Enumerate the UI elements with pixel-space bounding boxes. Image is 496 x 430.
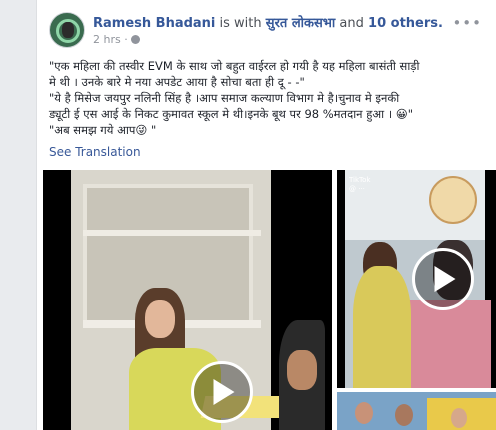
shelf	[83, 230, 261, 236]
woman-body	[353, 266, 411, 388]
person-face	[355, 402, 373, 424]
post-line: ड्यूटी ई एस आई के निकट कुमावत स्कूल मे थ…	[49, 107, 414, 121]
globe-icon[interactable]	[130, 35, 140, 44]
tiktok-watermark: TikTok @ ···	[349, 176, 370, 194]
video-right[interactable]: TikTok @ ···	[337, 170, 496, 388]
post-line: मे थी । उनके बारे मे नया अपडेट आया है सो…	[49, 75, 305, 89]
tiktok-label: TikTok	[349, 176, 371, 184]
post-header: Ramesh Bhadani is with सुरत लोकसभा and 1…	[93, 13, 443, 31]
person-face	[395, 404, 413, 426]
desk	[401, 300, 491, 388]
tagged-page-link[interactable]: सुरत लोकसभा	[266, 16, 336, 31]
post-line: "अब समझ गये आप😜 "	[49, 123, 157, 137]
post-body: "एक महिला की तस्वीर EVM के साथ जो बहुत व…	[49, 58, 489, 138]
more-dots-icon[interactable]: •••	[452, 14, 482, 32]
and-text: and	[339, 16, 364, 31]
author-name-link[interactable]: Ramesh Bhadani	[93, 16, 215, 31]
person-face	[451, 408, 467, 428]
post-meta: 2 hrs ·	[93, 33, 140, 46]
facebook-post: Ramesh Bhadani is with सुरत लोकसभा and 1…	[36, 0, 496, 430]
man-arm	[287, 350, 317, 390]
post-line: "ये है मिसेज जयपुर नलिनी सिंह है ।आप समा…	[49, 91, 400, 105]
image-thumbnail[interactable]	[337, 392, 496, 430]
see-translation-link[interactable]: See Translation	[49, 145, 141, 159]
post-line: "एक महिला की तस्वीर EVM के साथ जो बहुत व…	[49, 59, 420, 73]
play-icon[interactable]	[191, 361, 253, 423]
with-text: is with	[219, 16, 262, 31]
woman-face	[145, 300, 175, 338]
play-icon[interactable]	[412, 248, 474, 310]
post-time[interactable]: 2 hrs ·	[93, 33, 128, 46]
video-left[interactable]	[43, 170, 332, 430]
tiktok-user: @ ···	[349, 185, 365, 193]
author-avatar[interactable]	[49, 12, 85, 48]
wall-decoration	[429, 176, 477, 224]
avatar-face	[62, 22, 74, 38]
others-link[interactable]: 10 others.	[368, 16, 443, 31]
